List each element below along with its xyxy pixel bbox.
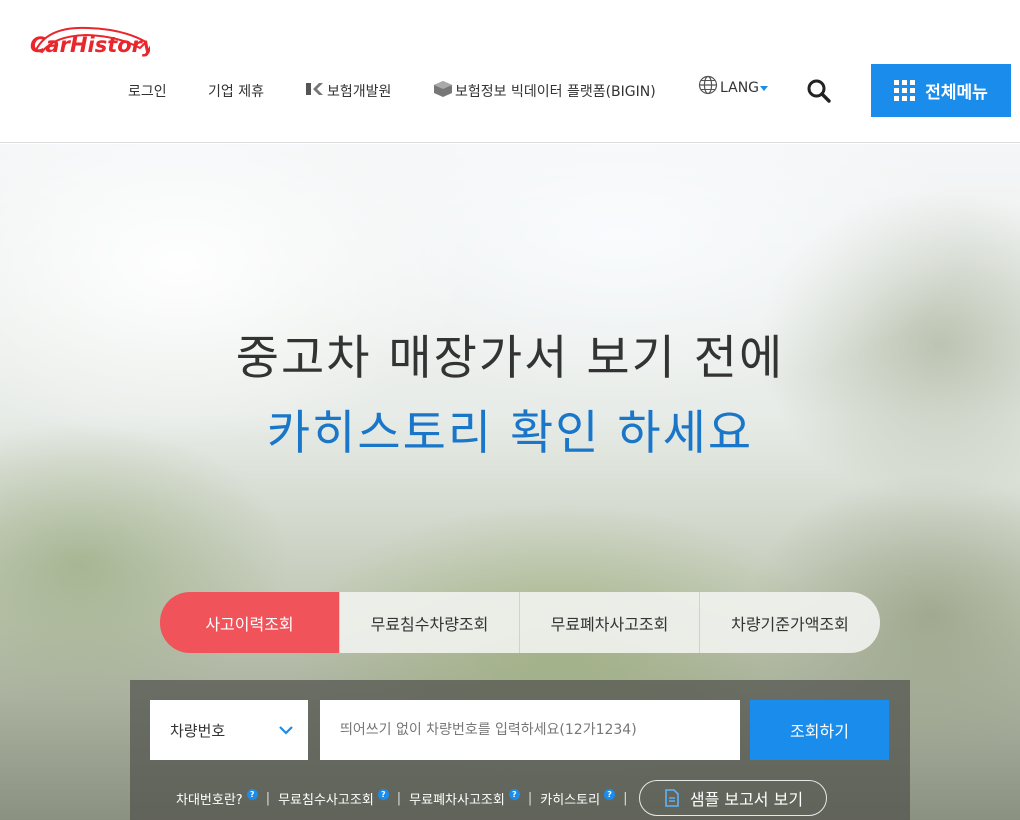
lang-label: LANG: [720, 80, 760, 96]
scrap-link-label: 무료폐차사고조회: [409, 792, 505, 808]
all-menu-label: 전체메뉴: [925, 83, 988, 103]
question-icon: ?: [246, 788, 258, 800]
carhistory-link-label: 카히스토리: [540, 792, 601, 808]
hero-section: 중고차 매장가서 보기 전에 카히스토리 확인 하세요 사고이력조회 무료침수차…: [0, 144, 1020, 820]
divider: |: [623, 790, 628, 806]
bigin-cube-icon: [433, 80, 453, 104]
document-icon: [665, 789, 679, 807]
site-header: CarHistory 로그인 기업 제휴 보험개발원 보험정보 빅데이터 플랫폼…: [0, 0, 1020, 143]
question-icon: ?: [604, 788, 616, 800]
chassis-link-label: 차대번호란?: [176, 792, 243, 808]
tab-accident-history[interactable]: 사고이력조회: [160, 592, 340, 653]
svg-text:CarHistory: CarHistory: [30, 33, 150, 57]
search-type-value: 차량번호: [170, 721, 226, 740]
chevron-down-icon: [278, 722, 294, 740]
bigin-link[interactable]: 보험정보 빅데이터 플랫폼(BIGIN): [433, 80, 656, 104]
carhistory-help-link[interactable]: 카히스토리 ?: [540, 788, 616, 808]
all-menu-button[interactable]: 전체메뉴: [871, 64, 1011, 117]
flood-link-label: 무료침수사고조회: [278, 792, 374, 808]
bigin-label: 보험정보 빅데이터 플랫폼(BIGIN): [455, 84, 656, 100]
grid-menu-icon: [894, 80, 916, 101]
sample-report-button[interactable]: 샘플 보고서 보기: [639, 780, 828, 816]
tab-flood-vehicle[interactable]: 무료침수차량조회: [340, 592, 520, 653]
globe-icon: [698, 75, 718, 101]
question-icon: ?: [377, 788, 389, 800]
divider: |: [396, 790, 402, 806]
tab-vehicle-value[interactable]: 차량기준가액조회: [700, 592, 880, 653]
divider: |: [265, 790, 271, 806]
carhistory-logo[interactable]: CarHistory: [28, 20, 150, 64]
search-panel: 차량번호 조회하기 차대번호란? ? | 무료침수사고조회 ? | 무료폐차사고…: [130, 680, 910, 820]
kidi-link[interactable]: 보험개발원: [305, 82, 391, 102]
search-icon[interactable]: [806, 78, 832, 104]
caret-down-icon: [759, 78, 769, 98]
language-selector[interactable]: LANG: [698, 75, 769, 101]
partnership-link[interactable]: 기업 제휴: [208, 82, 264, 102]
login-link[interactable]: 로그인: [128, 82, 167, 102]
kidi-label: 보험개발원: [327, 84, 392, 100]
flood-accident-help-link[interactable]: 무료침수사고조회 ?: [278, 788, 389, 808]
tab-scrap-accident[interactable]: 무료폐차사고조회: [520, 592, 700, 653]
divider: |: [527, 790, 533, 806]
scrap-accident-help-link[interactable]: 무료폐차사고조회 ?: [409, 788, 520, 808]
hero-headline: 중고차 매장가서 보기 전에: [235, 331, 785, 386]
search-type-select[interactable]: 차량번호: [150, 700, 308, 760]
sample-report-label: 샘플 보고서 보기: [689, 790, 804, 809]
search-submit-button[interactable]: 조회하기: [750, 700, 889, 760]
kidi-logo-icon: [305, 81, 325, 103]
plate-number-input[interactable]: [320, 700, 740, 760]
hero-subheadline: 카히스토리 확인 하세요: [266, 406, 754, 461]
help-links: 차대번호란? ? | 무료침수사고조회 ? | 무료폐차사고조회 ? | 카히스…: [176, 780, 828, 816]
search-tabs: 사고이력조회 무료침수차량조회 무료폐차사고조회 차량기준가액조회: [160, 592, 880, 653]
question-icon: ?: [508, 788, 520, 800]
chassis-number-help-link[interactable]: 차대번호란? ?: [176, 788, 258, 808]
